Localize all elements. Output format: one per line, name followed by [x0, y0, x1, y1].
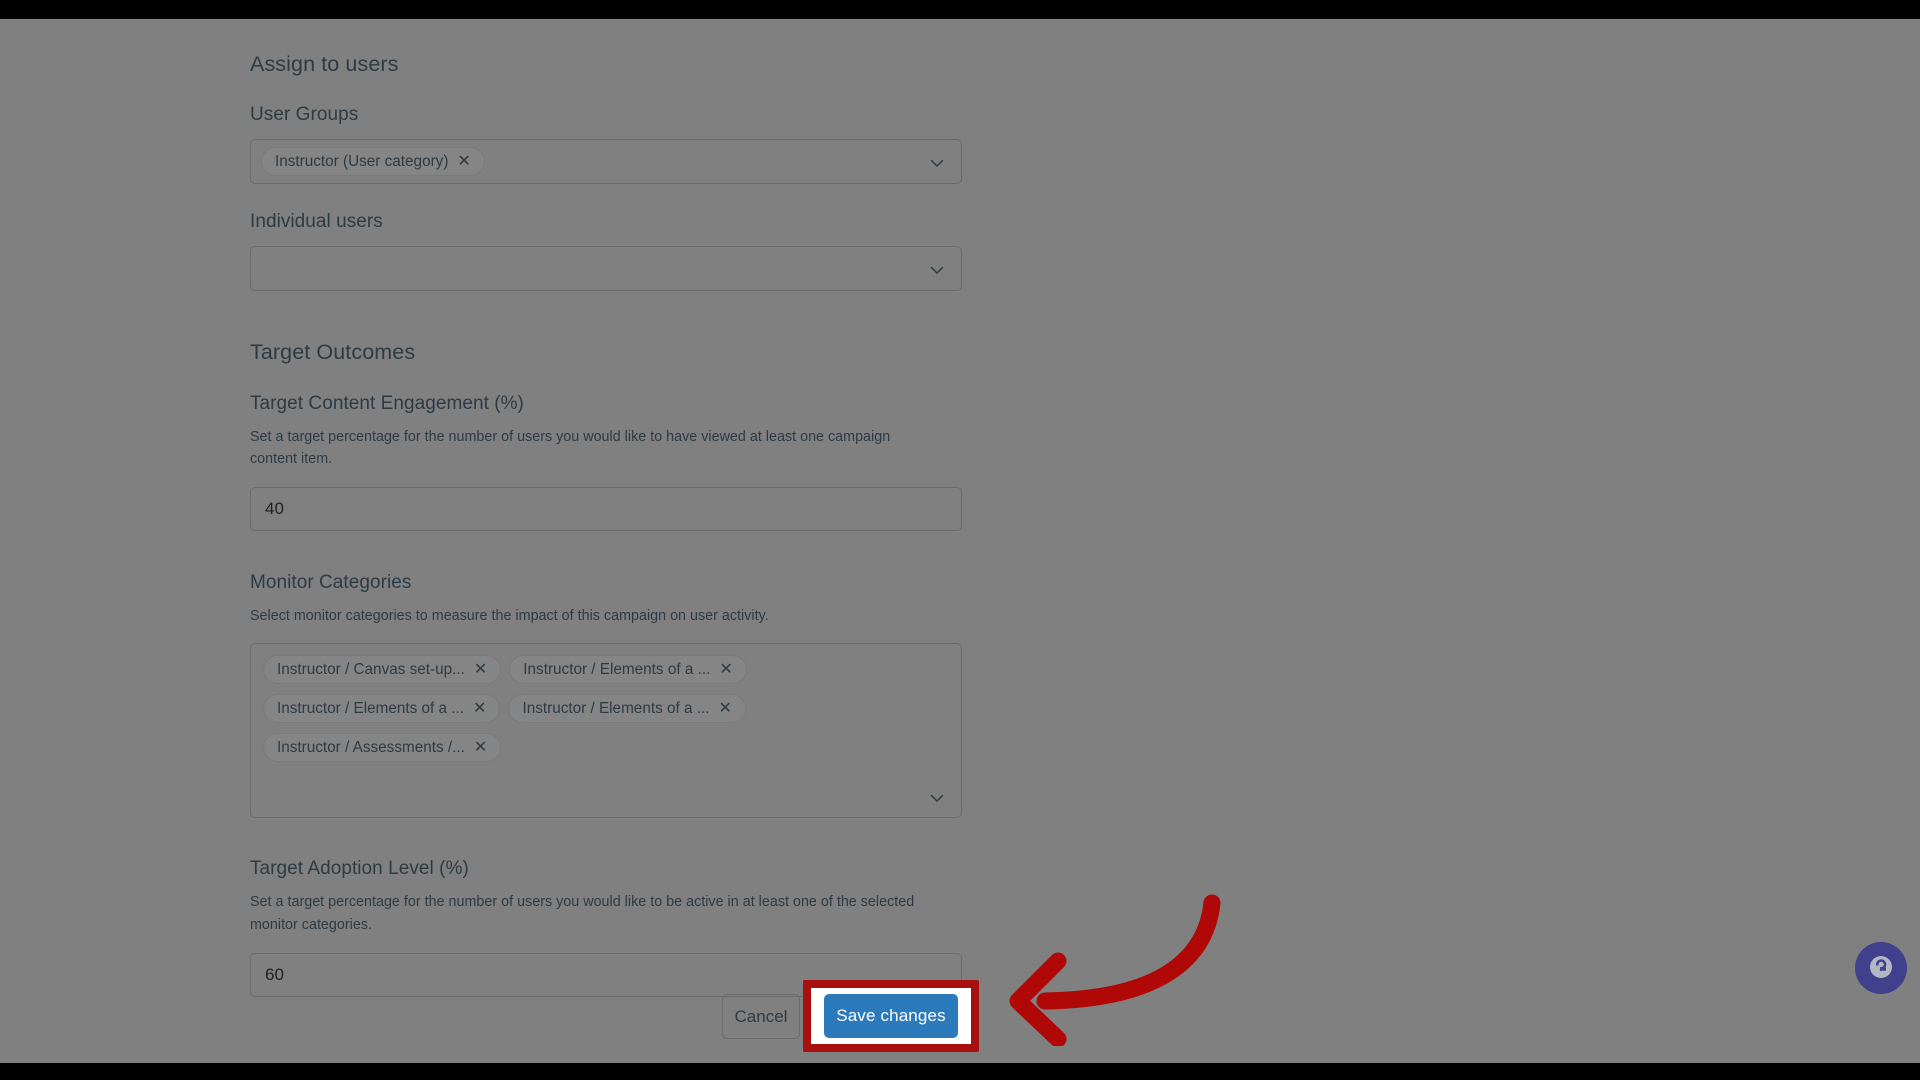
chip-label: Instructor / Canvas set-up...	[277, 660, 465, 678]
help-chat-icon	[1868, 954, 1894, 983]
monitor-categories-multiselect[interactable]: Instructor / Canvas set-up... ✕ Instruct…	[250, 643, 962, 819]
target-adoption-level-help: Set a target percentage for the number o…	[250, 894, 915, 933]
chip-remove-icon[interactable]: ✕	[457, 153, 470, 170]
chevron-down-icon	[928, 154, 946, 172]
target-content-engagement-input[interactable]: 40	[250, 487, 962, 532]
chip-monitor-category[interactable]: Instructor / Elements of a ... ✕	[509, 655, 747, 685]
save-changes-button[interactable]: Save changes	[824, 994, 958, 1038]
user-groups-select[interactable]: Instructor (User category) ✕	[250, 139, 962, 184]
target-outcomes-heading: Target Outcomes	[250, 340, 416, 364]
target-content-engagement-label: Target Content Engagement (%)	[250, 393, 524, 414]
screen: Assign to users User Groups Instructor (…	[0, 0, 1920, 1080]
chip-label: Instructor (User category)	[275, 152, 449, 170]
chip-remove-icon[interactable]: ✕	[474, 661, 487, 678]
target-content-engagement-help: Set a target percentage for the number o…	[250, 429, 891, 468]
chip-monitor-category[interactable]: Instructor / Elements of a ... ✕	[263, 694, 501, 724]
assign-to-users-heading: Assign to users	[250, 52, 399, 76]
chip-remove-icon[interactable]: ✕	[473, 700, 486, 717]
letterbox-bottom	[0, 1063, 1920, 1080]
chip-remove-icon[interactable]: ✕	[719, 700, 732, 717]
user-groups-chip-list: Instructor (User category) ✕	[251, 147, 495, 176]
monitor-categories-chip-list: Instructor / Canvas set-up... ✕ Instruct…	[251, 644, 961, 763]
target-adoption-level-label: Target Adoption Level (%)	[250, 858, 469, 880]
curved-left-arrow-icon	[1000, 881, 1240, 1048]
letterbox-top	[0, 0, 1920, 19]
individual-users-label: Individual users	[250, 211, 383, 232]
chevron-down-icon	[928, 261, 946, 279]
user-groups-label: User Groups	[250, 104, 359, 125]
chip-user-group[interactable]: Instructor (User category) ✕	[261, 147, 485, 176]
chip-remove-icon[interactable]: ✕	[474, 739, 487, 756]
monitor-categories-label: Monitor Categories	[250, 572, 412, 594]
input-value: 40	[265, 499, 284, 519]
cancel-button[interactable]: Cancel	[722, 994, 800, 1039]
chip-monitor-category[interactable]: Instructor / Elements of a ... ✕	[508, 694, 746, 724]
help-widget-button[interactable]	[1855, 942, 1907, 994]
individual-users-select[interactable]	[250, 246, 962, 291]
chip-monitor-category[interactable]: Instructor / Canvas set-up... ✕	[263, 655, 502, 685]
chip-label: Instructor / Elements of a ...	[522, 699, 710, 717]
input-value: 60	[265, 964, 284, 984]
chevron-down-icon	[928, 789, 946, 807]
chip-label: Instructor / Elements of a ...	[523, 660, 711, 678]
chip-label: Instructor / Assessments /...	[277, 738, 465, 756]
monitor-categories-help: Select monitor categories to measure the…	[250, 608, 769, 625]
chip-monitor-category[interactable]: Instructor / Assessments /... ✕	[263, 733, 502, 763]
campaign-settings-form: Assign to users User Groups Instructor (…	[250, 52, 962, 997]
chip-remove-icon[interactable]: ✕	[719, 661, 732, 678]
dimmed-page-body: Assign to users User Groups Instructor (…	[0, 19, 1920, 1063]
chip-label: Instructor / Elements of a ...	[277, 699, 465, 717]
